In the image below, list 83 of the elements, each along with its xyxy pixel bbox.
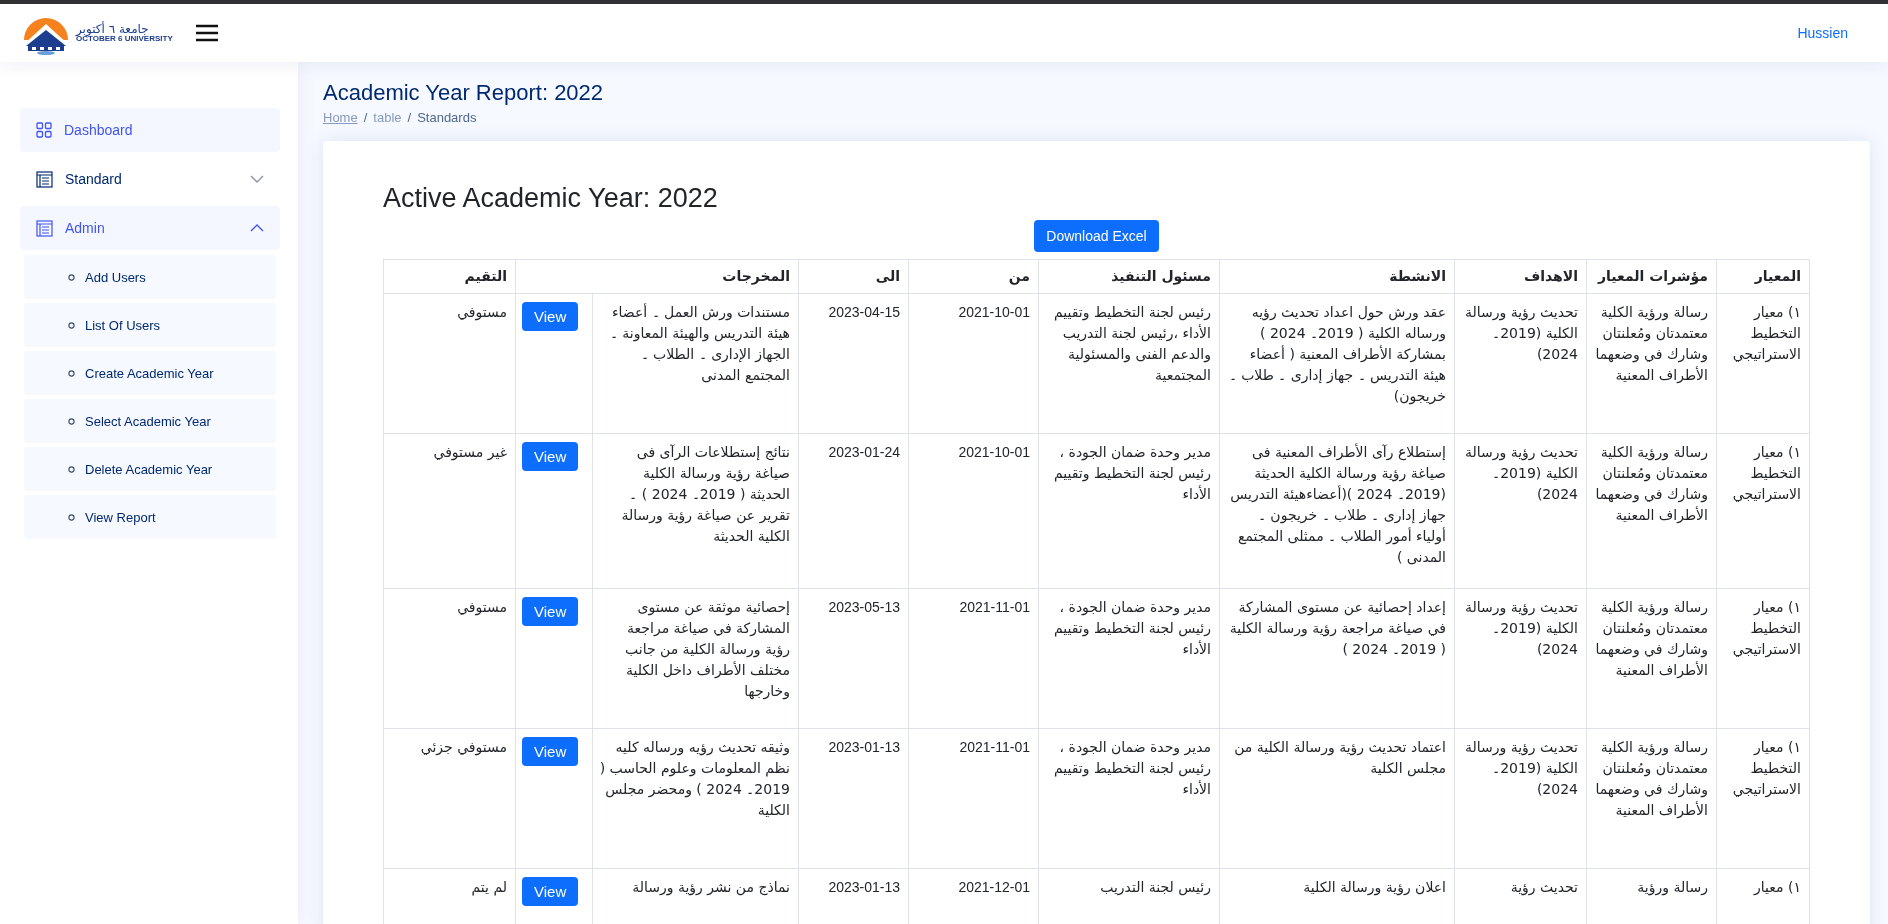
date-cell: 2023-01-24 <box>798 433 909 589</box>
view-button[interactable]: View <box>522 302 579 331</box>
standard-cell: ١) معيار <box>1716 868 1810 924</box>
standard-cell: ١) معيار التخطيط الاستراتيجي <box>1716 588 1810 729</box>
download-button[interactable]: Download Excel <box>1034 220 1159 252</box>
column-header: الى <box>798 259 909 294</box>
circle-icon <box>68 465 75 473</box>
card-heading: Active Academic Year: 2022 <box>383 183 719 214</box>
date-cell: 2023-04-15 <box>798 293 909 434</box>
activities-cell: إستطلاع رآى الأطراف المعنية فى صياغة رؤية ورسالة الكلية الحديثة (2019۔ 2024 )(أعضاءهيئة التدريس جهاز إدارى ۔ طلاب ۔ خريجون ۔ أولياء أمور الطلاب ۔ ممثلى المجتمع المدنى ) <box>1219 433 1455 589</box>
goals-cell: تحديث رؤية ورسالة الكلية (2019۔ 2024) <box>1454 293 1587 434</box>
outputs-cell: نتائج إستطلاعات الرآى فى صياغة رؤية ورسالة الكلية الحديثة ( 2019۔ 2024 ) ۔ تقرير عن صياغة رؤية ورسالة الكلية الحديثة <box>592 433 799 589</box>
indicators-cell: رسالة ورؤية الكلية معتمدتان ومُعلنتان وشارك في وضعهما الأطراف المعنية <box>1586 433 1717 589</box>
outputs-cell: مستندات ورش العمل ۔ أعضاء هيئة التدريس والهيئة المعاونة ۔ الجهاز الإدارى ۔ الطلاب ۔ المجتمع المدنى <box>592 293 799 434</box>
list-icon <box>36 219 53 237</box>
rating-cell: غير مستوفي <box>383 433 516 589</box>
date-cell: 2021-11-01 <box>908 728 1039 869</box>
responsible-cell: مدير وحدة ضمان الجودة ، رئيس لجنة التخطيط وتقييم الأداء <box>1038 728 1220 869</box>
rating-cell: مستوفي <box>383 293 516 434</box>
responsible-cell: مدير وحدة ضمان الجودة ، رئيس لجنة التخطيط وتقييم الأداء <box>1038 588 1220 729</box>
user-link[interactable]: Hussien <box>1797 25 1868 41</box>
column-header: مؤشرات المعيار <box>1586 259 1717 294</box>
list-icon <box>36 170 53 188</box>
breadcrumb-separator: / <box>407 110 412 125</box>
standard-cell: ١) معيار التخطيط الاستراتيجي <box>1716 293 1810 434</box>
rating-cell: مستوفي جزئي <box>383 728 516 869</box>
logo-arabic-text: جامعة ٦ أكتوبر <box>76 22 150 36</box>
submenu-item[interactable]: List Of Users <box>24 303 276 347</box>
view-button[interactable]: View <box>522 442 579 471</box>
column-header: المخرجات <box>515 259 799 294</box>
activities-cell: اعتماد تحديث رؤية ورسالة الكلية من مجلس الكلية <box>1219 728 1455 869</box>
breadcrumb-separator: / <box>363 110 368 125</box>
outputs-cell: إحصائية موثقة عن مستوى المشاركة في صياغة مراجعة رؤية ورسالة الكلية من جانب مختلف الأطراف داخل الكلية وخارجها <box>592 588 799 729</box>
menu-icon[interactable] <box>194 24 219 42</box>
indicators-cell: رسالة ورؤية الكلية معتمدتان ومُعلنتان وشارك في وضعهما الأطراف المعنية <box>1586 728 1717 869</box>
column-header: الاهداف <box>1454 259 1587 294</box>
indicators-cell: رسالة ورؤية الكلية معتمدتان ومُعلنتان وشارك في وضعهما الأطراف المعنية <box>1586 588 1717 729</box>
date-cell: 2023-05-13 <box>798 588 909 729</box>
submenu-item[interactable]: Add Users <box>24 255 276 299</box>
column-header: المعيار <box>1716 259 1810 294</box>
circle-icon <box>68 513 75 521</box>
circle-icon <box>68 321 75 329</box>
column-header: الانشطة <box>1219 259 1455 294</box>
standard-cell: ١) معيار التخطيط الاستراتيجي <box>1716 728 1810 869</box>
view-button[interactable]: View <box>522 737 579 766</box>
circle-icon <box>68 369 75 377</box>
date-cell: 2021-10-01 <box>908 433 1039 589</box>
sidebar-item[interactable]: Standard <box>20 157 280 201</box>
indicators-cell: رسالة ورؤية الكلية معتمدتان ومُعلنتان وشارك في وضعهما الأطراف المعنية <box>1586 293 1717 434</box>
date-cell: 2021-10-01 <box>908 293 1039 434</box>
outputs-cell: وثيقه تحديث رؤيه ورساله كليه نظم المعلومات وعلوم الحاسب ( 2019۔ 2024 ) ومحضر مجلس الكلية <box>592 728 799 869</box>
chevron-down-icon <box>250 175 264 183</box>
submenu-item[interactable]: View Report <box>24 495 276 539</box>
goals-cell: تحديث رؤية ورسالة الكلية (2019۔ 2024) <box>1454 433 1587 589</box>
chevron-up-icon <box>250 224 264 232</box>
column-header: من <box>908 259 1039 294</box>
goals-cell: تحديث رؤية ورسالة الكلية (2019۔ 2024) <box>1454 588 1587 729</box>
page-title: Academic Year Report: 2022 <box>323 80 605 106</box>
sidebar-item[interactable]: Admin <box>20 206 280 250</box>
activities-cell: إعداد إحصائية عن مستوى المشاركة في صياغة مراجعة رؤية ورسالة الكلية ( 2019۔ 2024 ) <box>1219 588 1455 729</box>
activities-cell: عقد ورش حول اعداد تحديث رؤيه ورساله الكلية ( 2019۔ 2024 ) بمشاركة الأطراف المعنية ( أعضاء هيئة التدريس ۔ جهاز إدارى ۔ طلاب ۔ خريجون) <box>1219 293 1455 434</box>
column-header: التقيم <box>383 259 516 294</box>
responsible-cell: مدير وحدة ضمان الجودة ، رئيس لجنة التخطيط وتقييم الأداء <box>1038 433 1220 589</box>
view-button[interactable]: View <box>522 597 579 626</box>
date-cell: 2021-11-01 <box>908 588 1039 729</box>
grid-icon <box>36 122 52 138</box>
submenu-item[interactable]: Create Academic Year <box>24 351 276 395</box>
date-cell: 2023-01-13 <box>798 728 909 869</box>
sidebar-item[interactable]: Dashboard <box>20 108 280 152</box>
breadcrumb-link[interactable]: Home <box>323 110 358 125</box>
view-button[interactable]: View <box>522 877 579 906</box>
responsible-cell: رئيس لجنة التخطيط وتقييم الأداء ،رئيس لجنة التدريب والدعم الفنى والمسئولية المجتمعية <box>1038 293 1220 434</box>
logo-text: OCTOBER 6 UNIVERSITY <box>76 35 173 44</box>
standard-cell: ١) معيار التخطيط الاستراتيجي <box>1716 433 1810 589</box>
circle-icon <box>68 273 75 281</box>
goals-cell: تحديث رؤية ورسالة الكلية (2019۔ 2024) <box>1454 728 1587 869</box>
circle-icon <box>68 417 75 425</box>
rating-cell: مستوفي <box>383 588 516 729</box>
breadcrumb-link[interactable]: table <box>373 110 402 125</box>
column-header: مسئول التنفيذ <box>1038 259 1220 294</box>
submenu-item[interactable]: Select Academic Year <box>24 399 276 443</box>
breadcrumb-current: Standards <box>417 110 477 125</box>
submenu-item[interactable]: Delete Academic Year <box>24 447 276 491</box>
